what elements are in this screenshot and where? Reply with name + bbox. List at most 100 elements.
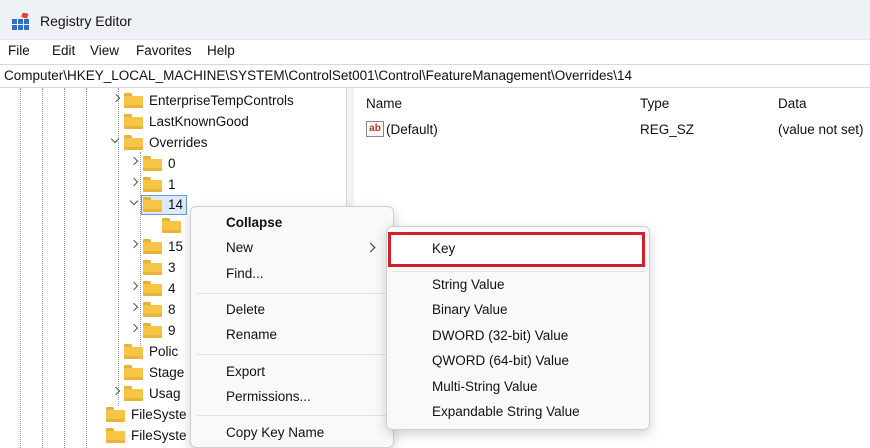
submenu-qword-value[interactable]: QWORD (64-bit) Value bbox=[387, 349, 651, 373]
menu-item-label: Collapse bbox=[226, 215, 283, 230]
menu-item-label: Multi-String Value bbox=[432, 379, 538, 394]
menu-item-label: New bbox=[226, 240, 254, 255]
folder-icon bbox=[124, 93, 143, 108]
menu-delete[interactable]: Delete bbox=[191, 298, 395, 322]
tree-node-label: FileSyste bbox=[131, 428, 187, 443]
folder-icon bbox=[143, 177, 162, 192]
folder-icon bbox=[143, 323, 162, 338]
submenu-multi-string-value[interactable]: Multi-String Value bbox=[387, 375, 651, 399]
menu-collapse[interactable]: Collapse bbox=[191, 211, 395, 235]
submenu-binary-value[interactable]: Binary Value bbox=[387, 298, 651, 322]
tree-node-label: 8 bbox=[168, 302, 176, 317]
folder-icon bbox=[143, 197, 162, 212]
folder-icon bbox=[106, 407, 125, 422]
tree-node-0[interactable]: 0 bbox=[0, 154, 340, 174]
folder-icon bbox=[143, 260, 162, 275]
tree-node-label: FileSyste bbox=[131, 407, 187, 422]
chevron-right-icon[interactable] bbox=[130, 157, 140, 167]
folder-icon bbox=[106, 428, 125, 443]
menu-item-label: Expandable String Value bbox=[432, 404, 580, 419]
chevron-right-icon[interactable] bbox=[130, 240, 140, 250]
menu-view[interactable]: View bbox=[90, 43, 119, 58]
submenu-dword-value[interactable]: DWORD (32-bit) Value bbox=[387, 324, 651, 348]
menu-item-label: Key bbox=[432, 241, 456, 256]
menu-permissions[interactable]: Permissions... bbox=[191, 385, 395, 409]
tree-node-label: 1 bbox=[168, 177, 176, 192]
tree-node-1[interactable]: 1 bbox=[0, 175, 340, 195]
submenu-key[interactable]: Key bbox=[387, 237, 651, 261]
menu-copy-key-name[interactable]: Copy Key Name bbox=[191, 421, 395, 445]
menu-edit[interactable]: Edit bbox=[52, 43, 75, 58]
tree-node-label: Stage bbox=[149, 365, 185, 380]
chevron-down-icon[interactable] bbox=[129, 198, 139, 208]
folder-icon bbox=[124, 365, 143, 380]
tree-node-label: 9 bbox=[168, 323, 176, 338]
menu-export[interactable]: Export bbox=[191, 360, 395, 384]
menu-separator bbox=[197, 354, 389, 355]
chevron-right-icon[interactable] bbox=[130, 282, 140, 292]
tree-node-label: 0 bbox=[168, 156, 176, 171]
menu-rename[interactable]: Rename bbox=[191, 323, 395, 347]
tree-node-label: 15 bbox=[168, 239, 184, 254]
tree-node-label: Usag bbox=[149, 386, 181, 401]
chevron-right-icon[interactable] bbox=[112, 387, 122, 397]
tree-node-label: 4 bbox=[168, 281, 176, 296]
chevron-right-icon[interactable] bbox=[130, 178, 140, 188]
menu-item-label: QWORD (64-bit) Value bbox=[432, 353, 570, 368]
window-title: Registry Editor bbox=[40, 13, 132, 29]
chevron-right-icon bbox=[365, 242, 376, 253]
menu-bar: File Edit View Favorites Help bbox=[0, 40, 870, 64]
chevron-right-icon[interactable] bbox=[112, 94, 122, 104]
menu-favorites[interactable]: Favorites bbox=[136, 43, 192, 58]
menu-item-label: Rename bbox=[226, 327, 278, 342]
folder-icon bbox=[124, 344, 143, 359]
chevron-right-icon[interactable] bbox=[130, 324, 140, 334]
address-path[interactable]: Computer\HKEY_LOCAL_MACHINE\SYSTEM\Contr… bbox=[4, 68, 632, 83]
folder-icon bbox=[124, 135, 143, 150]
folder-icon bbox=[124, 114, 143, 129]
tree-node-label: 3 bbox=[168, 260, 176, 275]
submenu-string-value[interactable]: String Value bbox=[387, 273, 651, 297]
column-header-name[interactable]: Name bbox=[366, 96, 402, 111]
folder-icon bbox=[143, 239, 162, 254]
tree-node-lastknowngood[interactable]: LastKnownGood bbox=[0, 112, 340, 132]
tree-node-label: Polic bbox=[149, 344, 179, 359]
context-menu: Collapse New Find... Delete Rename Expor… bbox=[190, 206, 394, 448]
folder-icon bbox=[143, 156, 162, 171]
menu-separator bbox=[197, 293, 389, 294]
tree-node-label: 14 bbox=[168, 197, 184, 212]
title-bar: Registry Editor bbox=[0, 0, 870, 40]
column-header-type[interactable]: Type bbox=[640, 96, 669, 111]
registry-editor-icon bbox=[12, 13, 29, 30]
column-header-data[interactable]: Data bbox=[778, 96, 807, 111]
folder-icon bbox=[143, 281, 162, 296]
tree-node-label: EnterpriseTempControls bbox=[149, 93, 294, 108]
value-type: REG_SZ bbox=[640, 122, 695, 137]
menu-item-label: Binary Value bbox=[432, 302, 508, 317]
menu-item-label: Delete bbox=[226, 302, 266, 317]
menu-item-label: Find... bbox=[226, 266, 264, 281]
menu-help[interactable]: Help bbox=[207, 43, 235, 58]
menu-new[interactable]: New bbox=[191, 236, 395, 260]
chevron-down-icon[interactable] bbox=[110, 136, 120, 146]
folder-icon bbox=[162, 218, 181, 233]
chevron-right-icon[interactable] bbox=[130, 303, 140, 313]
menu-find[interactable]: Find... bbox=[191, 262, 395, 286]
menu-item-label: Export bbox=[226, 364, 266, 379]
new-submenu: Key String Value Binary Value DWORD (32-… bbox=[386, 226, 650, 430]
tree-node-enterprisetempcontrols[interactable]: EnterpriseTempControls bbox=[0, 91, 340, 111]
string-value-icon: ab bbox=[366, 121, 384, 137]
menu-item-label: DWORD (32-bit) Value bbox=[432, 328, 569, 343]
value-data: (value not set) bbox=[778, 122, 864, 137]
submenu-expandable-string-value[interactable]: Expandable String Value bbox=[387, 400, 651, 424]
menu-item-label: Permissions... bbox=[226, 389, 311, 404]
folder-icon bbox=[124, 386, 143, 401]
tree-node-label: LastKnownGood bbox=[149, 114, 249, 129]
menu-separator bbox=[393, 271, 645, 272]
value-name[interactable]: (Default) bbox=[386, 122, 438, 137]
tree-node-overrides[interactable]: Overrides bbox=[0, 133, 340, 153]
tree-node-label: Overrides bbox=[149, 135, 208, 150]
menu-file[interactable]: File bbox=[8, 43, 30, 58]
address-bar[interactable]: Computer\HKEY_LOCAL_MACHINE\SYSTEM\Contr… bbox=[0, 64, 870, 88]
menu-item-label: String Value bbox=[432, 277, 505, 292]
